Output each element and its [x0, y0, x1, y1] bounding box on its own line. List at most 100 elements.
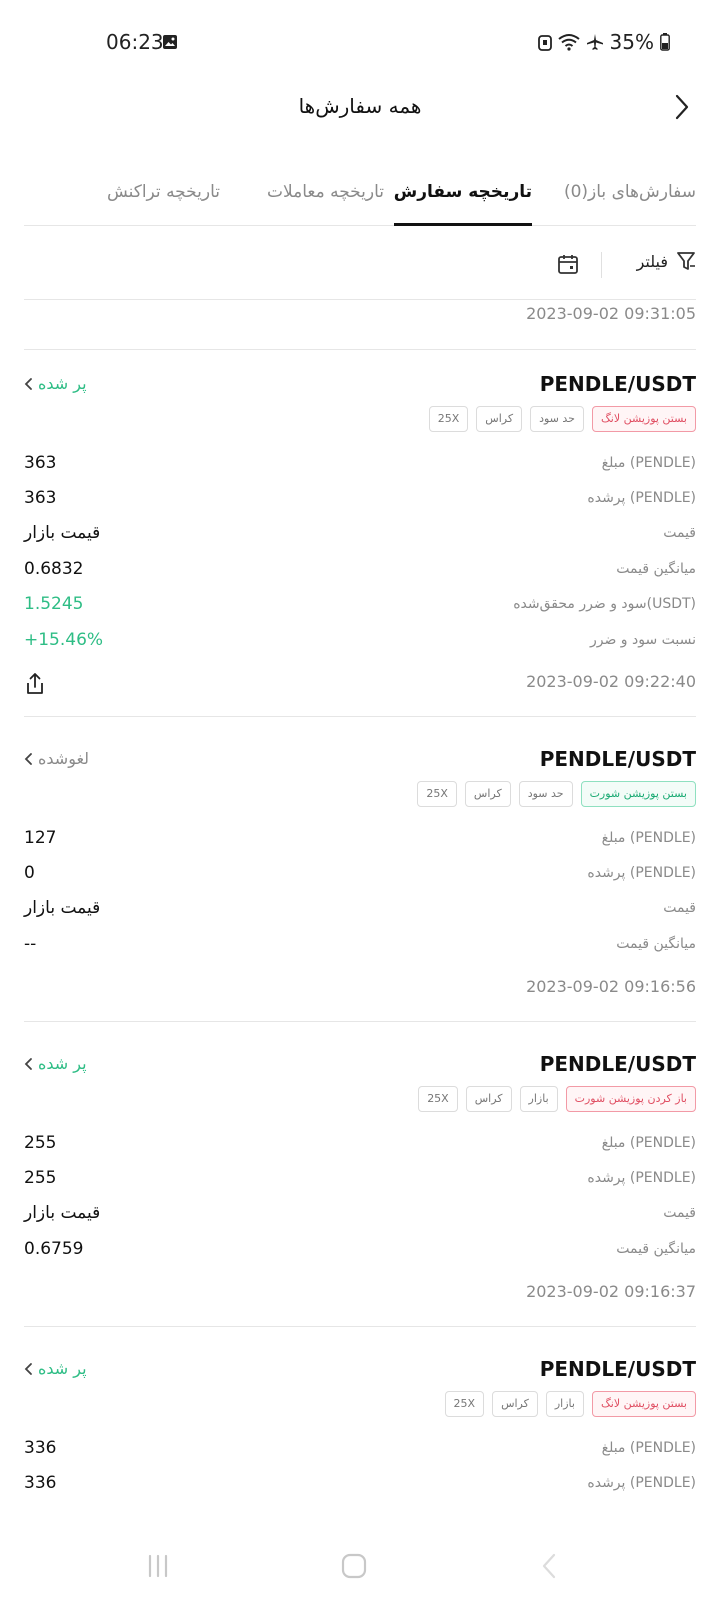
filter-icon [677, 252, 695, 270]
tab-trade-history[interactable]: تاریخچه معاملات [267, 182, 384, 226]
order-pair: PENDLE/USDT [539, 747, 696, 771]
row-value: 127 [24, 828, 57, 848]
order-detail-row: مبلغ (PENDLE) 336 [24, 1438, 696, 1462]
margin-mode-tag: کراس [465, 1086, 512, 1112]
row-label: مبلغ (PENDLE) [601, 1135, 696, 1151]
battery-percent: 35% [609, 30, 654, 54]
row-value: 255 [24, 1168, 57, 1188]
alarm-icon [537, 35, 552, 51]
home-icon[interactable] [340, 1552, 368, 1580]
order-detail-row: پرشده (PENDLE) 336 [24, 1473, 696, 1497]
row-label: مبلغ (PENDLE) [601, 455, 696, 471]
screen: 06:23 35% [0, 0, 720, 1600]
leverage-tag: 25X [418, 1086, 458, 1112]
wifi-icon [557, 34, 580, 51]
row-value: 363 [24, 488, 57, 508]
chevron-right-icon [675, 94, 689, 120]
order-pair: PENDLE/USDT [539, 372, 696, 396]
order-detail-row: سود و ضرر محقق‌شده(USDT) 1.5245 [24, 594, 696, 618]
order-timestamp: 2023-09-02 09:22:40 [526, 672, 696, 691]
row-label: قیمت [663, 900, 696, 916]
order-status-link[interactable]: پر شده [24, 1359, 87, 1378]
row-value: قیمت بازار [24, 1203, 101, 1223]
order-side-tag: بستن پوزیشن لانگ [591, 406, 696, 432]
order-detail-row: قیمت قیمت بازار [24, 898, 696, 922]
tab-bar: سفارش‌های باز(0) تاریخچه سفارش تاریخچه م… [24, 176, 696, 226]
chevron-left-icon [24, 1057, 32, 1070]
margin-mode-tag: کراس [476, 406, 523, 432]
row-value: قیمت بازار [24, 898, 101, 918]
order-status: پر شده [38, 1054, 87, 1073]
row-label: مبلغ (PENDLE) [601, 830, 696, 846]
row-label: مبلغ (PENDLE) [601, 1440, 696, 1456]
order-status-link[interactable]: لغوشده [24, 749, 89, 768]
order-side-tag: بستن پوزیشن لانگ [591, 1391, 696, 1417]
order-tags: باز کردن پوزیشن شورت بازار کراس 25X [418, 1086, 696, 1112]
status-time: 06:23 [106, 30, 164, 54]
leverage-tag: 25X [428, 406, 469, 432]
row-label: پرشده (PENDLE) [587, 490, 696, 506]
order-tags: بستن پوزیشن شورت حد سود کراس 25X [417, 781, 696, 807]
order-pair: PENDLE/USDT [539, 1357, 696, 1381]
order-status-link[interactable]: پر شده [24, 1054, 87, 1073]
divider [24, 1326, 696, 1327]
order-detail-row: میانگین قیمت 0.6759 [24, 1239, 696, 1263]
row-label: پرشده (PENDLE) [587, 865, 696, 881]
order-side-tag: باز کردن پوزیشن شورت [565, 1086, 696, 1112]
order-status-link[interactable]: پر شده [24, 374, 87, 393]
filter-label: فیلتر [636, 251, 668, 271]
order-detail-row: مبلغ (PENDLE) 127 [24, 828, 696, 852]
filter-button[interactable]: فیلتر [637, 250, 696, 272]
order-type-tag: بازار [519, 1086, 558, 1112]
divider [24, 1021, 696, 1022]
gallery-notification-icon [163, 35, 177, 49]
row-value: 336 [24, 1473, 57, 1493]
order-timestamp: 2023-09-02 09:16:37 [526, 1282, 696, 1301]
order-timestamp: 2023-09-02 09:31:05 [526, 304, 696, 323]
row-value: -- [24, 934, 37, 954]
order-detail-row: مبلغ (PENDLE) 363 [24, 453, 696, 477]
tab-open-orders[interactable]: سفارش‌های باز(0) [564, 182, 696, 226]
order-detail-row: پرشده (PENDLE) 0 [24, 863, 696, 887]
order-detail-row: نسبت سود و ضرر +15.46% [24, 630, 696, 654]
divider [24, 716, 696, 717]
margin-mode-tag: کراس [464, 781, 511, 807]
order-type-tag: حد سود [518, 781, 573, 807]
leverage-tag: 25X [444, 1391, 485, 1417]
system-nav-bar [0, 1528, 720, 1600]
order-type-tag: بازار [545, 1391, 584, 1417]
order-detail-row: میانگین قیمت -- [24, 934, 696, 958]
row-value: 0.6759 [24, 1239, 84, 1259]
order-timestamp: 2023-09-02 09:16:56 [526, 977, 696, 996]
divider [24, 349, 696, 350]
status-bar: 06:23 35% [0, 0, 720, 88]
row-value: 0 [24, 863, 35, 883]
tab-transaction-history[interactable]: تاریخچه تراکنش [107, 182, 220, 226]
order-side-tag: بستن پوزیشن شورت [580, 781, 696, 807]
back-button[interactable] [668, 92, 696, 122]
order-detail-row: پرشده (PENDLE) 255 [24, 1168, 696, 1192]
order-detail-row: قیمت قیمت بازار [24, 523, 696, 547]
margin-mode-tag: کراس [492, 1391, 538, 1417]
chevron-left-icon [24, 377, 32, 390]
row-value: 336 [24, 1438, 57, 1458]
row-label: پرشده (PENDLE) [587, 1475, 696, 1491]
recent-apps-icon[interactable] [144, 1552, 172, 1580]
tab-order-history[interactable]: تاریخچه سفارش [393, 182, 533, 226]
order-pair: PENDLE/USDT [539, 1052, 696, 1076]
row-label: سود و ضرر محقق‌شده(USDT) [513, 596, 696, 612]
row-value: 255 [24, 1133, 57, 1153]
share-icon[interactable] [24, 672, 46, 696]
calendar-icon[interactable] [556, 252, 580, 276]
order-tags: بستن پوزیشن لانگ بازار کراس 25X [444, 1391, 696, 1417]
row-label: میانگین قیمت [616, 561, 696, 577]
filter-divider [601, 252, 602, 278]
order-detail-row: میانگین قیمت 0.6832 [24, 559, 696, 583]
back-nav-icon[interactable] [536, 1552, 564, 1580]
filter-bar: فیلتر [24, 240, 696, 300]
order-status: پر شده [38, 374, 87, 393]
status-right: 35% [537, 30, 670, 54]
row-label: قیمت [663, 525, 696, 541]
order-detail-row: قیمت قیمت بازار [24, 1203, 696, 1227]
row-label: میانگین قیمت [616, 936, 696, 952]
